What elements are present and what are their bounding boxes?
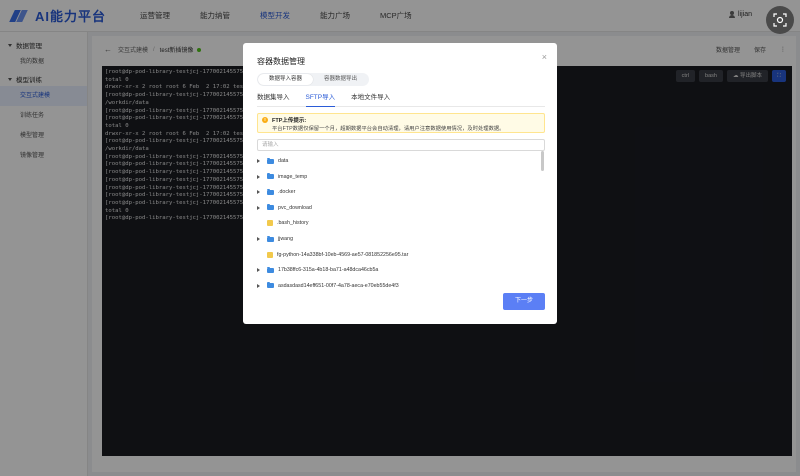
folder-icon [267,266,274,273]
container-data-modal: 容器数据管理 × 数据导入容器 容器数据导出 数据集导入 SFTP导入 本地文件… [243,43,557,324]
tree-item[interactable]: jjwang [257,234,293,244]
tree-item[interactable]: asdasdasd14eff651-00f7-4a78-aeca-e70eb55… [257,281,399,291]
tree-item-label: data [278,158,289,164]
caret-right-icon[interactable] [257,174,260,179]
ftp-notice: ! FTP上传提示: 平台FTP数据仅保留一个月，超期数据平台会自动清理，请用户… [257,113,545,133]
tree-item-label: .docker [278,189,296,196]
tab-sftp-import[interactable]: SFTP导入 [305,93,336,107]
caret-right-icon[interactable] [257,268,260,273]
tree-item-label: asdasdasd14eff651-00f7-4a78-aeca-e70eb55… [278,282,399,289]
tree-item[interactable]: data [257,156,288,166]
file-icon [267,251,273,258]
caret-right-icon[interactable] [257,237,260,241]
scan-icon [773,13,787,27]
tree-scrollbar[interactable] [541,151,544,171]
tree-item[interactable]: .bash_history [257,218,309,228]
notice-title: FTP上传提示: [272,118,307,124]
tree-item-label: 17b38ffc6-315a-4b18-ba71-a48dca46cb5a [278,267,379,274]
caret-right-icon[interactable] [257,159,260,163]
segment-switch: 数据导入容器 容器数据导出 [257,73,369,86]
import-tabs: 数据集导入 SFTP导入 本地文件导入 [257,93,545,107]
notice-text: 平台FTP数据仅保留一个月，超期数据平台会自动清理，请用户注意数据使用情况，及时… [272,126,505,132]
tab-local-file-import[interactable]: 本地文件导入 [351,93,390,107]
folder-icon [267,157,274,164]
modal-title: 容器数据管理 [257,57,305,66]
tree-item[interactable]: 17b38ffc6-315a-4b18-ba71-a48dca46cb5a [257,265,378,275]
tree-item-label: jjwang [278,236,294,242]
tree-item[interactable]: image_temp [257,172,307,182]
tree-item[interactable]: pvc_download [257,203,312,213]
close-icon[interactable]: × [542,52,547,62]
caret-right-icon[interactable] [257,205,260,210]
assistant-button[interactable] [766,6,794,34]
file-tree: data image_temp .docker pvc_download .bash_h… [257,153,545,293]
next-button[interactable]: 下一步 [503,293,545,310]
tree-item[interactable]: .docker [257,187,295,197]
caret-right-icon[interactable] [257,283,260,288]
folder-icon [267,235,274,242]
segment-import[interactable]: 数据导入容器 [258,74,313,85]
segment-export[interactable]: 容器数据导出 [313,74,368,85]
tab-dataset-import[interactable]: 数据集导入 [257,93,290,107]
tree-item-label: .bash_history [277,220,309,227]
caret-right-icon[interactable] [257,190,260,195]
folder-icon [267,282,274,289]
tree-item-label: pvc_download [278,204,312,211]
tree-item[interactable]: fg-python-14a338bf-10eb-4569-ae57-081852… [257,250,408,260]
tree-item-label: image_temp [278,173,308,180]
warning-icon: ! [262,117,268,123]
folder-icon [267,173,274,180]
folder-icon [267,204,274,211]
tree-item-label: fg-python-14a338bf-10eb-4569-ae57-081852… [277,251,409,258]
folder-icon [267,188,274,195]
file-icon [267,220,273,227]
path-input[interactable] [258,140,544,150]
path-input-wrapper [257,139,545,151]
